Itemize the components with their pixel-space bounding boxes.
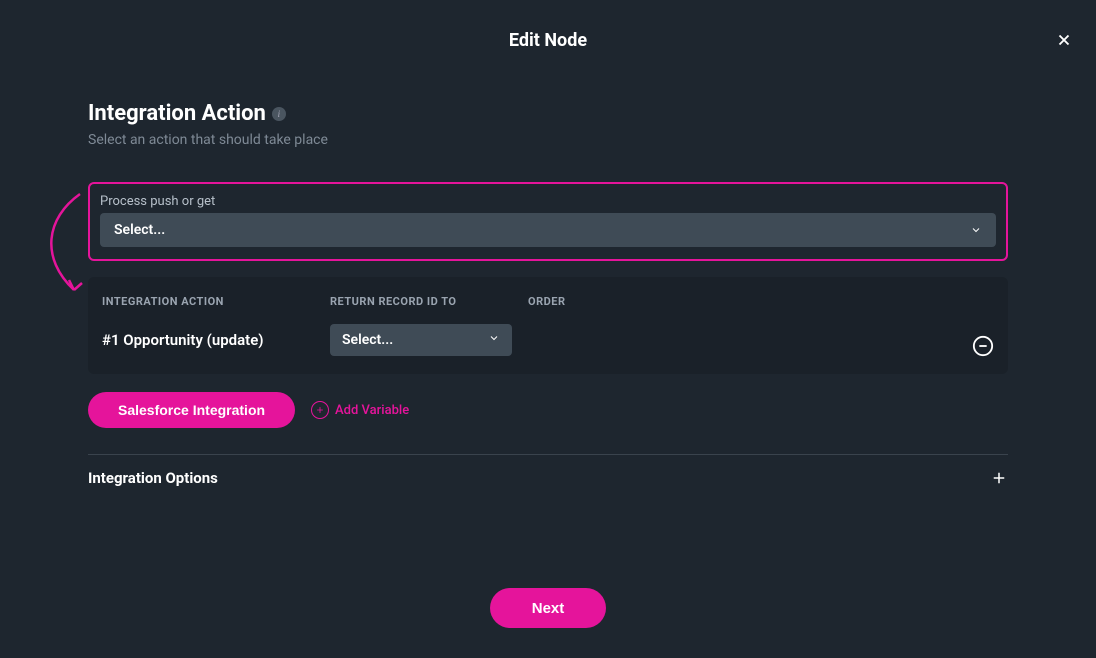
section-header: Integration Action i — [88, 101, 1008, 126]
close-button[interactable] — [1052, 28, 1076, 52]
process-label: Process push or get — [100, 194, 996, 209]
process-select[interactable]: Select... — [100, 213, 996, 247]
col-header-order: ORDER — [528, 295, 994, 308]
table-row: #1 Opportunity (update) Select... — [102, 324, 994, 356]
add-variable-link[interactable]: Add Variable — [311, 401, 409, 419]
col-header-return-record: RETURN RECORD ID TO — [330, 295, 528, 308]
edit-node-modal: Edit Node Integration Action i Select an… — [0, 0, 1096, 658]
add-variable-label: Add Variable — [335, 403, 409, 418]
plus-icon — [990, 469, 1008, 487]
table-header-row: INTEGRATION ACTION RETURN RECORD ID TO O… — [102, 295, 994, 308]
divider — [88, 454, 1008, 455]
col-header-integration-action: INTEGRATION ACTION — [102, 295, 330, 308]
remove-circle-icon — [972, 335, 994, 357]
process-select-value: Select... — [114, 222, 165, 238]
actions-row: Salesforce Integration Add Variable — [88, 392, 1008, 428]
plus-circle-icon — [311, 401, 329, 419]
remove-row-button[interactable] — [972, 335, 994, 357]
annotation-arrow — [36, 188, 96, 298]
chevron-down-icon — [488, 332, 500, 348]
section-subtitle: Select an action that should take place — [88, 132, 1008, 148]
info-icon[interactable]: i — [272, 107, 286, 121]
integration-action-value: #1 Opportunity (update) — [102, 331, 330, 349]
integration-options-toggle[interactable]: Integration Options — [88, 469, 1008, 487]
return-record-select-value: Select... — [342, 332, 393, 348]
modal-title: Edit Node — [0, 0, 1096, 51]
close-icon — [1055, 31, 1073, 49]
modal-footer: Next — [0, 588, 1096, 628]
chevron-down-icon — [970, 224, 982, 236]
integration-config-card: INTEGRATION ACTION RETURN RECORD ID TO O… — [88, 277, 1008, 374]
section-title: Integration Action — [88, 101, 266, 126]
process-highlight-box: Process push or get Select... — [88, 182, 1008, 261]
integration-options-label: Integration Options — [88, 469, 218, 487]
next-button[interactable]: Next — [490, 588, 607, 628]
salesforce-integration-button[interactable]: Salesforce Integration — [88, 392, 295, 428]
modal-content: Integration Action i Select an action th… — [0, 51, 1096, 487]
return-record-select[interactable]: Select... — [330, 324, 512, 356]
